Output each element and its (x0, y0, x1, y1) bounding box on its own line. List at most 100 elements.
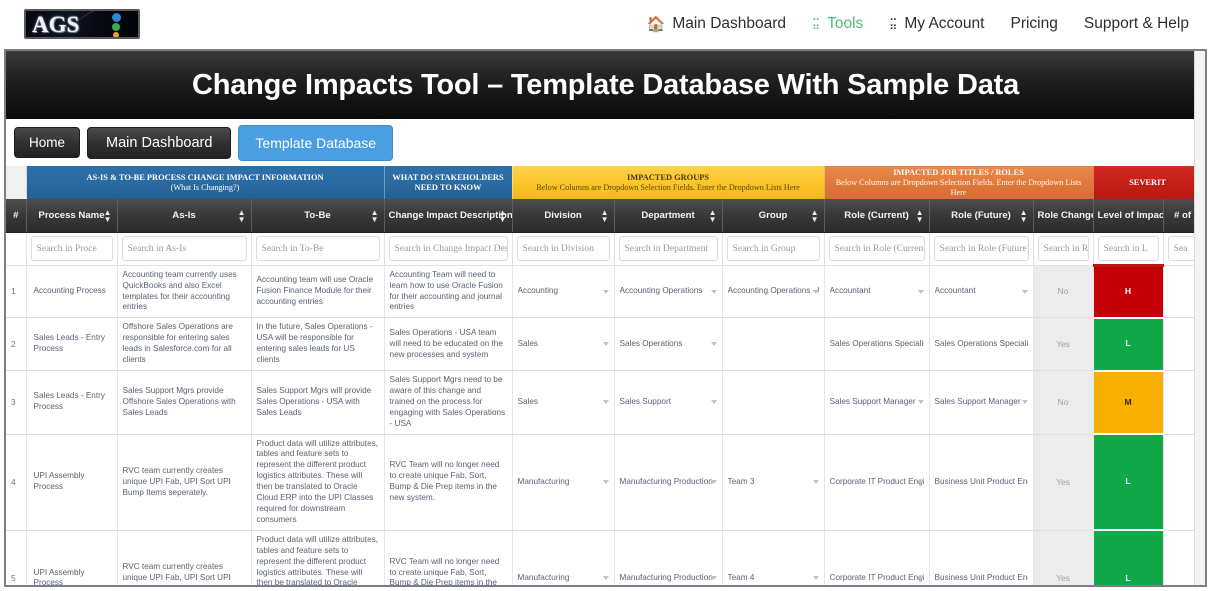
table-row[interactable]: 3 Sales Leads - Entry Process Sales Supp… (6, 371, 1202, 435)
tab-template-database[interactable]: Template Database (238, 125, 393, 161)
column-header-division[interactable]: Division▲▼ (512, 199, 614, 232)
table-row[interactable]: 5 UPI Assembly Process RVC team currentl… (6, 530, 1202, 587)
dropdown-arrow-icon[interactable] (711, 480, 717, 484)
column-header-role-future[interactable]: Role (Future)▲▼ (929, 199, 1033, 232)
cell-group[interactable] (722, 371, 824, 435)
column-header-row: # Process Name▲▼ As-Is▲▼ To-Be▲▼ Change … (6, 199, 1202, 232)
cell-division[interactable]: Accounting (512, 265, 614, 318)
column-header-change-impact-description[interactable]: Change Impact Description▲▼ (384, 199, 512, 232)
dropdown-arrow-icon[interactable] (711, 290, 717, 294)
column-header-index[interactable]: # (6, 199, 26, 232)
cell-to-be: Product data will utilize attributes, ta… (251, 530, 384, 587)
search-input-to-be[interactable]: Search in To-Be (256, 236, 380, 261)
sort-icon[interactable]: ▲▼ (709, 208, 717, 222)
search-input-department[interactable]: Search in Department (619, 236, 718, 261)
nav-item-my-account[interactable]: ⣭ My Account (889, 15, 984, 33)
cell-role-current[interactable]: Corporate IT Product Engineer (824, 530, 929, 587)
main-nav: 🏠 Main Dashboard ⣭ Tools ⣭ My Account Pr… (647, 15, 1197, 33)
search-input-group[interactable]: Search in Group (727, 236, 820, 261)
cell-group[interactable]: Accounting Operations - US (722, 265, 824, 318)
group-header-blank (6, 166, 26, 199)
column-header-to-be[interactable]: To-Be▲▼ (251, 199, 384, 232)
dropdown-arrow-icon[interactable] (1022, 290, 1028, 294)
sort-icon[interactable]: ▲▼ (601, 208, 609, 222)
dropdown-arrow-icon[interactable] (603, 342, 609, 346)
dropdown-arrow-icon[interactable] (603, 290, 609, 294)
dropdown-arrow-icon[interactable] (918, 290, 924, 294)
cell-group[interactable]: Team 4 (722, 530, 824, 587)
search-input-process-name[interactable]: Search in Proce (31, 236, 113, 261)
cell-division[interactable]: Sales (512, 318, 614, 371)
search-input-as-is[interactable]: Search in As-Is (122, 236, 247, 261)
column-header-role-changes[interactable]: Role Changes? (1033, 199, 1093, 232)
dropdown-arrow-icon[interactable] (603, 576, 609, 580)
sort-icon[interactable]: ▲▼ (811, 208, 819, 222)
dropdown-arrow-icon[interactable] (711, 400, 717, 404)
tab-main-dashboard[interactable]: Main Dashboard (87, 127, 231, 159)
horizontal-scroll-rail[interactable] (1194, 51, 1205, 585)
column-header-as-is[interactable]: As-Is▲▼ (117, 199, 251, 232)
dropdown-arrow-icon[interactable] (918, 480, 924, 484)
cell-role-future[interactable]: Business Unit Product Engineer (929, 434, 1033, 530)
cell-role-changes: No (1033, 371, 1093, 435)
cell-role-future[interactable]: Business Unit Product Engineer (929, 530, 1033, 587)
search-input-level-of-impact[interactable]: Search in L (1098, 236, 1159, 261)
nav-item-main-dashboard[interactable]: 🏠 Main Dashboard (647, 15, 786, 33)
sort-icon[interactable]: ▲▼ (371, 208, 379, 222)
cell-department[interactable]: Manufacturing Production (614, 530, 722, 587)
dropdown-arrow-icon[interactable] (813, 480, 819, 484)
sort-icon[interactable]: ▲▼ (1020, 208, 1028, 222)
cell-role-current[interactable]: Corporate IT Product Engineer (824, 434, 929, 530)
column-header-level-of-impact[interactable]: Level of Impact (1093, 199, 1163, 232)
cell-division[interactable]: Manufacturing (512, 434, 614, 530)
cell-department[interactable]: Sales Support (614, 371, 722, 435)
nav-item-support-help[interactable]: Support & Help (1084, 15, 1189, 33)
cell-division[interactable]: Sales (512, 371, 614, 435)
nav-item-tools[interactable]: ⣭ Tools (812, 15, 863, 33)
search-input-role-current[interactable]: Search in Role (Curren (829, 236, 925, 261)
cell-role-future[interactable]: Accountant (929, 265, 1033, 318)
dropdown-arrow-icon[interactable] (918, 400, 924, 404)
search-input-role-future[interactable]: Search in Role (Future) (934, 236, 1029, 261)
cell-department[interactable]: Accounting Operations (614, 265, 722, 318)
cell-group[interactable]: Team 3 (722, 434, 824, 530)
sort-icon[interactable]: ▲▼ (104, 208, 112, 222)
search-input-role-changes[interactable]: Search in R (1038, 236, 1089, 261)
cell-role-future[interactable]: Sales Operations Specialist - USA (929, 318, 1033, 371)
column-header-department[interactable]: Department▲▼ (614, 199, 722, 232)
cell-department[interactable]: Manufacturing Production (614, 434, 722, 530)
sort-icon[interactable]: ▲▼ (499, 208, 507, 222)
search-cell-group: Search in Group (722, 232, 824, 265)
cell-role-current[interactable]: Accountant (824, 265, 929, 318)
cell-department[interactable]: Sales Operations (614, 318, 722, 371)
cell-role-current[interactable]: Sales Operations Specialist - India (824, 318, 929, 371)
ags-logo[interactable]: AGS (24, 9, 140, 39)
table-row[interactable]: 1 Accounting Process Accounting team cur… (6, 265, 1202, 318)
cell-role-future[interactable]: Sales Support Manager (929, 371, 1033, 435)
search-input-division[interactable]: Search in Division (517, 236, 610, 261)
table-row[interactable]: 2 Sales Leads - Entry Process Offshore S… (6, 318, 1202, 371)
search-input-change-impact[interactable]: Search in Change Impact Desc (389, 236, 508, 261)
cell-role-current[interactable]: Sales Support Manager (824, 371, 929, 435)
dropdown-arrow-icon[interactable] (603, 480, 609, 484)
row-index: 5 (6, 530, 26, 587)
dropdown-arrow-icon[interactable] (711, 576, 717, 580)
dropdown-arrow-icon[interactable] (918, 576, 924, 580)
dropdown-arrow-icon[interactable] (711, 342, 717, 346)
dropdown-arrow-icon[interactable] (813, 576, 819, 580)
sort-icon[interactable]: ▲▼ (238, 208, 246, 222)
table-row[interactable]: 4 UPI Assembly Process RVC team currentl… (6, 434, 1202, 530)
cell-division[interactable]: Manufacturing (512, 530, 614, 587)
search-cell-role-future: Search in Role (Future) (929, 232, 1033, 265)
dropdown-arrow-icon[interactable] (603, 400, 609, 404)
dropdown-arrow-icon[interactable] (813, 290, 819, 294)
sort-icon[interactable]: ▲▼ (916, 208, 924, 222)
dropdown-arrow-icon[interactable] (1022, 400, 1028, 404)
column-header-group[interactable]: Group▲▼ (722, 199, 824, 232)
tab-home[interactable]: Home (14, 127, 80, 158)
column-header-process-name[interactable]: Process Name▲▼ (26, 199, 117, 232)
column-header-role-current[interactable]: Role (Current)▲▼ (824, 199, 929, 232)
nav-item-pricing[interactable]: Pricing (1010, 15, 1057, 33)
impacts-table-container[interactable]: AS-IS & TO-BE PROCESS CHANGE IMPACT INFO… (6, 166, 1205, 587)
cell-group[interactable] (722, 318, 824, 371)
